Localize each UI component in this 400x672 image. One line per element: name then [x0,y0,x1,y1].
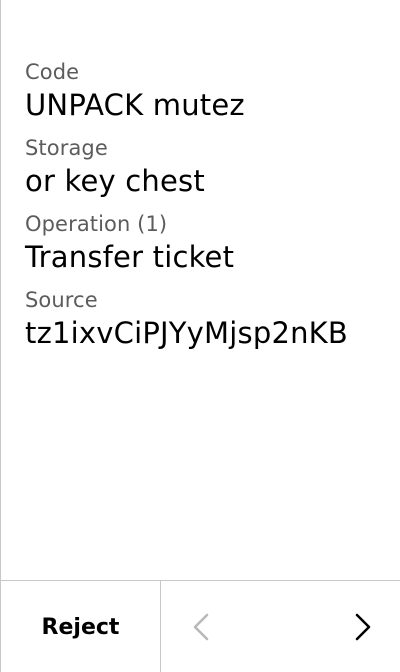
field-code: Code UNPACK mutez [25,58,377,124]
field-label: Operation (1) [25,212,168,236]
page-navigation [161,581,400,672]
field-value: or key chest [25,164,205,198]
field-operation: Operation (1) Transfer ticket [25,210,377,276]
field-value: tz1ixvCiPJYyMjsp2nKB [25,316,348,350]
field-label: Storage [25,136,108,160]
action-footer: Reject [1,580,400,672]
field-label: Code [25,60,80,84]
previous-page-button[interactable] [189,609,213,645]
field-value: Transfer ticket [25,240,235,274]
field-label: Source [25,288,98,312]
field-source: Source tz1ixvCiPJYyMjsp2nKB [25,286,377,352]
reject-button[interactable]: Reject [1,581,161,672]
chevron-left-icon [193,613,209,641]
review-content: Code UNPACK mutez Storage or key chest O… [25,58,377,362]
field-storage: Storage or key chest [25,134,377,200]
next-page-button[interactable] [351,609,375,645]
field-value: UNPACK mutez [25,88,245,122]
screen-frame: Code UNPACK mutez Storage or key chest O… [0,0,400,672]
chevron-right-icon [355,613,371,641]
